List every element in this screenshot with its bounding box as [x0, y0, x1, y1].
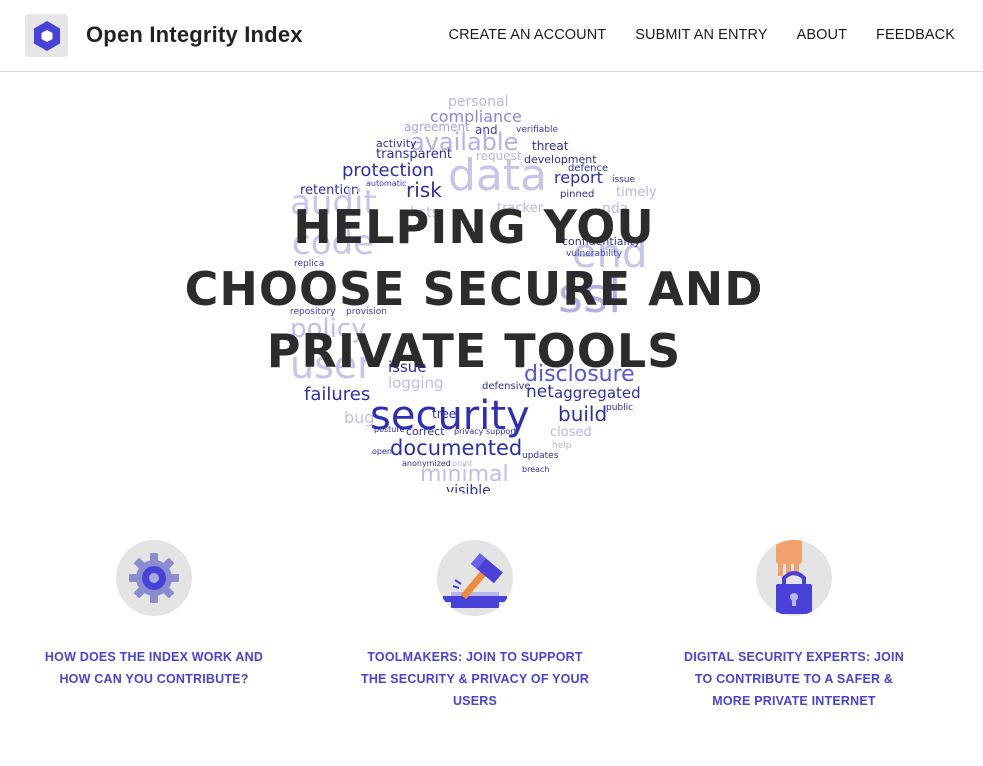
cloud-word: posture: [374, 425, 405, 434]
feature-toolmakers[interactable]: TOOLMAKERS: JOIN TO SUPPORT THE SECURITY…: [360, 540, 590, 712]
feature-label[interactable]: TOOLMAKERS: JOIN TO SUPPORT THE SECURITY…: [360, 646, 590, 712]
cloud-word: issue: [612, 175, 636, 185]
headline-line: PRIVATE TOOLS: [266, 324, 682, 378]
cloud-word: documented: [390, 436, 523, 460]
cloud-word: breach: [522, 465, 550, 474]
feature-label[interactable]: HOW DOES THE INDEX WORK AND HOW CAN YOU …: [39, 646, 269, 690]
hammer-icon[interactable]: [437, 540, 513, 616]
cloud-word: help: [552, 441, 572, 451]
hero-headline: HELPING YOU CHOOSE SECURE AND PRIVATE TO…: [0, 196, 948, 382]
feature-security-experts[interactable]: DIGITAL SECURITY EXPERTS: JOIN TO CONTRI…: [679, 540, 909, 712]
feature-link[interactable]: DIGITAL SECURITY EXPERTS: JOIN TO CONTRI…: [684, 650, 904, 708]
nav-about[interactable]: ABOUT: [797, 27, 847, 43]
cloud-word: closed: [550, 425, 592, 440]
cloud-word: defensive: [482, 381, 531, 392]
cloud-word: report: [554, 168, 603, 187]
cloud-word: privacy: [454, 427, 484, 436]
cloud-word: net: [526, 382, 554, 402]
nav-feedback[interactable]: FEEDBACK: [876, 27, 955, 43]
feature-label[interactable]: DIGITAL SECURITY EXPERTS: JOIN TO CONTRI…: [679, 646, 909, 712]
cloud-word: visible: [446, 483, 491, 494]
cloud-word: bug: [344, 408, 375, 427]
site-header: Open Integrity Index CREATE AN ACCOUNT S…: [0, 0, 983, 72]
hexagon-logo-icon: [33, 20, 60, 51]
cloud-word: verifiable: [516, 125, 558, 135]
headline-line: CHOOSE SECURE AND: [184, 262, 764, 316]
feature-link[interactable]: HOW DOES THE INDEX WORK AND HOW CAN YOU …: [45, 650, 263, 686]
cloud-word: data: [448, 150, 548, 201]
gear-icon[interactable]: [116, 540, 192, 616]
cloud-word: failures: [304, 384, 371, 405]
cloud-word: tree: [432, 407, 457, 421]
logo[interactable]: [25, 14, 68, 57]
main-nav: CREATE AN ACCOUNT SUBMIT AN ENTRY ABOUT …: [449, 27, 955, 43]
nav-create-account[interactable]: CREATE AN ACCOUNT: [449, 27, 607, 43]
cloud-word: support: [486, 427, 517, 436]
cloud-word: aggregated: [554, 384, 641, 402]
feature-link[interactable]: TOOLMAKERS: JOIN TO SUPPORT THE SECURITY…: [361, 650, 589, 708]
hero-section: personal compliance agreement and verifi…: [0, 72, 983, 502]
headline-line: HELPING YOU: [293, 200, 655, 254]
site-brand[interactable]: Open Integrity Index: [86, 22, 303, 48]
padlock-hand-icon[interactable]: [756, 540, 832, 616]
cloud-word: updates: [522, 451, 559, 461]
cloud-word: public: [606, 403, 634, 413]
cloud-word: build: [558, 402, 608, 426]
nav-submit-entry[interactable]: SUBMIT AN ENTRY: [635, 27, 767, 43]
feature-how-it-works[interactable]: HOW DOES THE INDEX WORK AND HOW CAN YOU …: [39, 540, 269, 690]
cloud-word: open: [372, 447, 392, 456]
